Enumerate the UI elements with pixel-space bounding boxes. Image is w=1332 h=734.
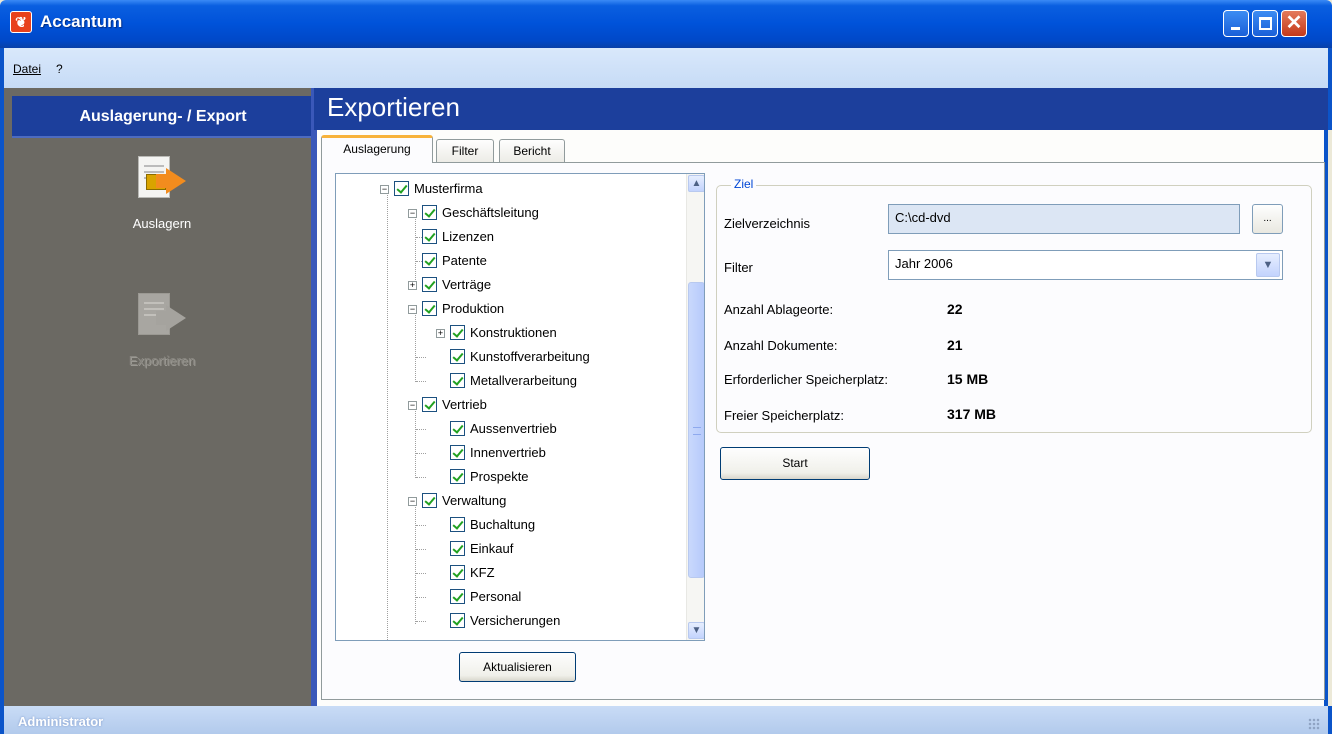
tree-checkbox[interactable]: [450, 373, 465, 388]
tree-checkbox[interactable]: [422, 277, 437, 292]
title-bar[interactable]: ❦ Accantum ✕: [0, 0, 1332, 48]
tab-bericht[interactable]: Bericht: [499, 139, 565, 163]
stat-label-ablageorte: Anzahl Ablageorte:: [724, 302, 834, 317]
target-dir-label: Zielverzeichnis: [724, 216, 810, 231]
group-title: Ziel: [731, 177, 757, 191]
window-title: Accantum: [40, 12, 123, 31]
tree-node-label: Innenvertrieb: [470, 445, 546, 460]
expand-icon[interactable]: +: [408, 281, 417, 290]
close-icon: ✕: [1285, 12, 1303, 34]
stat-label-dokumente: Anzahl Dokumente:: [724, 338, 838, 353]
tree-node-label: Prospekte: [470, 469, 529, 484]
collapse-icon[interactable]: −: [408, 497, 417, 506]
folder-tree[interactable]: − Musterfirma − Geschäftsleitung Lizenzen …: [335, 173, 705, 641]
stat-value-ablageorte: 22: [947, 301, 963, 317]
main-header: Exportieren: [314, 88, 1332, 130]
stat-value-free-space: 317 MB: [947, 406, 997, 422]
menu-help[interactable]: ?: [56, 62, 63, 76]
tree-checkbox[interactable]: [422, 301, 437, 316]
app-logo-icon: ❦: [10, 11, 32, 33]
scroll-up-icon[interactable]: ▲: [688, 175, 704, 192]
sidebar-item-auslagern[interactable]: Auslagern: [92, 156, 232, 231]
tree-checkbox[interactable]: [422, 205, 437, 220]
filter-select[interactable]: Jahr 2006 ▼: [888, 250, 1283, 280]
collapse-icon[interactable]: −: [408, 209, 417, 218]
tree-checkbox[interactable]: [450, 445, 465, 460]
menu-datei[interactable]: Datei: [13, 62, 41, 76]
tree-checkbox[interactable]: [422, 397, 437, 412]
collapse-icon[interactable]: −: [408, 305, 417, 314]
refresh-button[interactable]: Aktualisieren: [459, 652, 576, 682]
tree-node-label: Vertrieb: [442, 397, 487, 412]
tree-checkbox[interactable]: [450, 517, 465, 532]
tree-checkbox[interactable]: [422, 229, 437, 244]
collapse-icon[interactable]: −: [380, 185, 389, 194]
browse-button[interactable]: ...: [1252, 204, 1283, 234]
tree-node-label: Personal: [470, 589, 522, 604]
tree-checkbox[interactable]: [450, 541, 465, 556]
tree-node-label: Lizenzen: [442, 229, 495, 244]
stat-value-dokumente: 21: [947, 337, 963, 353]
tree-scrollbar[interactable]: ▲ ▼: [686, 174, 704, 640]
tree-checkbox[interactable]: [450, 565, 465, 580]
scroll-down-icon[interactable]: ▼: [688, 622, 704, 639]
stat-value-required-space: 15 MB: [947, 371, 989, 387]
status-bar: Administrator: [0, 706, 1332, 734]
tree-checkbox[interactable]: [422, 253, 437, 268]
filter-select-value: Jahr 2006: [895, 256, 953, 271]
tree-checkbox[interactable]: [450, 589, 465, 604]
tree-node-label: Einkauf: [470, 541, 514, 556]
tree-node-label: Produktion: [442, 301, 505, 316]
expand-icon[interactable]: +: [436, 329, 445, 338]
sidebar-item-label: Exportieren: [128, 353, 196, 368]
menu-bar: Datei ?: [0, 48, 1332, 88]
tree-node-label: Buchaltung: [470, 517, 536, 532]
tree-node-label: Geschäftsleitung: [442, 205, 539, 220]
target-groupbox: Ziel Zielverzeichnis C:\cd-dvd ... Filte…: [716, 177, 1312, 433]
tree-checkbox[interactable]: [450, 349, 465, 364]
tree-checkbox[interactable]: [450, 469, 465, 484]
minimize-button[interactable]: [1223, 10, 1249, 37]
tree-node-label: Aussenvertrieb: [470, 421, 557, 436]
collapse-icon[interactable]: −: [408, 401, 417, 410]
maximize-button[interactable]: [1252, 10, 1278, 37]
tree-node-label: Konstruktionen: [470, 325, 557, 340]
scroll-thumb[interactable]: [688, 282, 704, 578]
tab-page: − Musterfirma − Geschäftsleitung Lizenzen …: [321, 162, 1325, 700]
tree-node-label: KFZ: [470, 565, 495, 580]
tree-checkbox[interactable]: [394, 181, 409, 196]
tree-checkbox[interactable]: [450, 421, 465, 436]
sidebar: Auslagerung- / Export Auslagern Exportie…: [0, 88, 314, 706]
tree-checkbox[interactable]: [450, 613, 465, 628]
tree-node-label: Patente: [442, 253, 487, 268]
sidebar-item-exportieren[interactable]: Exportieren: [92, 293, 232, 368]
chevron-down-icon[interactable]: ▼: [1256, 253, 1280, 277]
tree-checkbox[interactable]: [450, 325, 465, 340]
minimize-icon: [1231, 27, 1240, 30]
sidebar-item-label: Auslagern: [132, 216, 192, 231]
sidebar-header: Auslagerung- / Export: [12, 96, 314, 138]
exportieren-icon: [132, 293, 192, 343]
tab-filter[interactable]: Filter: [436, 139, 494, 163]
tree-node-label: Versicherungen: [470, 613, 561, 628]
tree-node-label: Musterfirma: [414, 181, 483, 196]
page-title: Exportieren: [327, 92, 460, 122]
tree-node-label: Metallverarbeitung: [470, 373, 577, 388]
start-button[interactable]: Start: [720, 447, 870, 480]
tree-checkbox[interactable]: [422, 493, 437, 508]
maximize-icon: [1259, 17, 1272, 30]
auslagern-icon: [132, 156, 192, 206]
target-dir-input[interactable]: C:\cd-dvd: [888, 204, 1240, 234]
resize-grip-icon[interactable]: [1308, 718, 1320, 730]
main-content: Auslagerung Filter Bericht − Musterfirma …: [317, 130, 1328, 706]
close-button[interactable]: ✕: [1281, 10, 1307, 37]
tree-node-label: Kunstoffverarbeitung: [470, 349, 590, 364]
tree-node-label: Verträge: [442, 277, 492, 292]
tree-node-label: Verwaltung: [442, 493, 507, 508]
stat-label-free-space: Freier Speicherplatz:: [724, 408, 844, 423]
stat-label-required-space: Erforderlicher Speicherplatz:: [724, 372, 889, 387]
filter-label: Filter: [724, 260, 753, 275]
tab-auslagerung[interactable]: Auslagerung: [321, 135, 433, 163]
status-user: Administrator: [18, 714, 104, 729]
